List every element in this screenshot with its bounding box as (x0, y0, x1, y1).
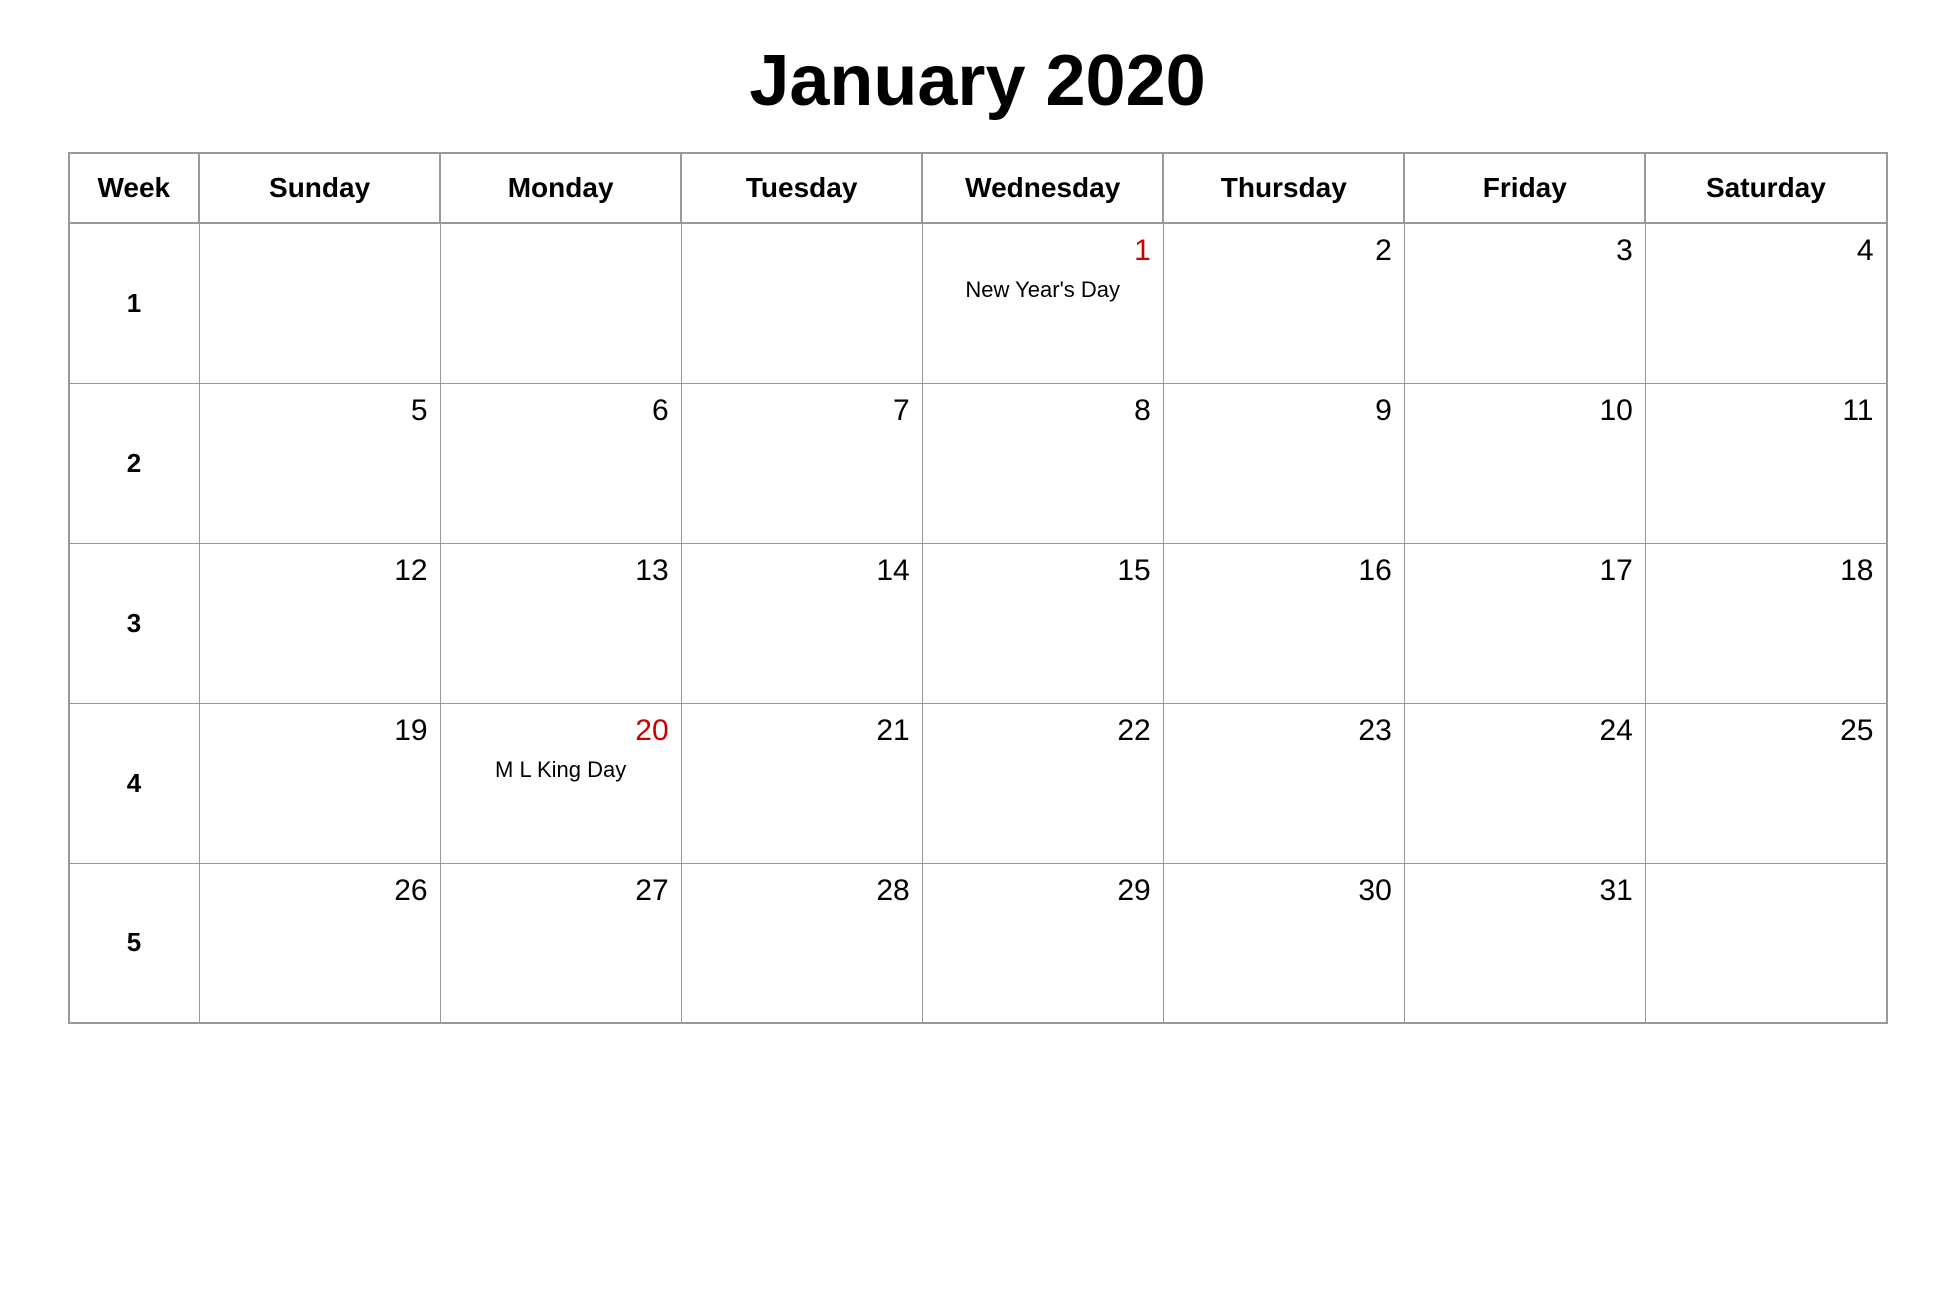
header-thursday: Thursday (1163, 153, 1404, 223)
page-title: January 2020 (749, 40, 1205, 122)
day-number: 30 (1176, 874, 1392, 908)
day-cell: 26 (199, 863, 440, 1023)
day-number: 1 (935, 234, 1151, 268)
day-cell: 29 (922, 863, 1163, 1023)
week-number: 1 (69, 223, 200, 383)
day-cell: 16 (1163, 543, 1404, 703)
day-number: 14 (694, 554, 910, 588)
day-cell: 3 (1404, 223, 1645, 383)
day-number: 15 (935, 554, 1151, 588)
day-number: 4 (1658, 234, 1874, 268)
day-number: 22 (935, 714, 1151, 748)
day-number: 27 (453, 874, 669, 908)
day-cell: 18 (1645, 543, 1886, 703)
day-cell (1645, 863, 1886, 1023)
week-number: 3 (69, 543, 200, 703)
week-number: 2 (69, 383, 200, 543)
day-cell: 11 (1645, 383, 1886, 543)
calendar-row: 4 19 20 M L King Day 21 22 23 24 25 (69, 703, 1887, 863)
day-cell: 28 (681, 863, 922, 1023)
day-number: 25 (1658, 714, 1874, 748)
day-cell: 19 (199, 703, 440, 863)
day-number: 13 (453, 554, 669, 588)
day-number: 24 (1417, 714, 1633, 748)
day-cell: 25 (1645, 703, 1886, 863)
day-cell: 5 (199, 383, 440, 543)
day-cell: 7 (681, 383, 922, 543)
day-cell (199, 223, 440, 383)
day-cell: 6 (440, 383, 681, 543)
calendar-row: 256789 10 11 (69, 383, 1887, 543)
day-number: 20 (453, 714, 669, 748)
day-cell: 8 (922, 383, 1163, 543)
day-number: 12 (212, 554, 428, 588)
day-number: 8 (935, 394, 1151, 428)
header-saturday: Saturday (1645, 153, 1886, 223)
header-week: Week (69, 153, 200, 223)
header-monday: Monday (440, 153, 681, 223)
day-number: 7 (694, 394, 910, 428)
day-cell: 2 (1163, 223, 1404, 383)
day-cell (681, 223, 922, 383)
day-number: 21 (694, 714, 910, 748)
day-number: 10 (1417, 394, 1633, 428)
day-cell: 22 (922, 703, 1163, 863)
day-cell: 31 (1404, 863, 1645, 1023)
day-cell: 21 (681, 703, 922, 863)
day-cell: 9 (1163, 383, 1404, 543)
calendar-row: 3 12 13 14 15 16 17 18 (69, 543, 1887, 703)
day-number: 17 (1417, 554, 1633, 588)
day-cell: 17 (1404, 543, 1645, 703)
day-cell (440, 223, 681, 383)
day-number: 29 (935, 874, 1151, 908)
day-number: 16 (1176, 554, 1392, 588)
day-number: 18 (1658, 554, 1874, 588)
day-cell: 12 (199, 543, 440, 703)
day-cell: 1 New Year's Day (922, 223, 1163, 383)
day-cell: 14 (681, 543, 922, 703)
day-cell: 10 (1404, 383, 1645, 543)
day-cell: 15 (922, 543, 1163, 703)
header-tuesday: Tuesday (681, 153, 922, 223)
day-cell: 13 (440, 543, 681, 703)
day-number: 26 (212, 874, 428, 908)
day-cell: 23 (1163, 703, 1404, 863)
day-number: 3 (1417, 234, 1633, 268)
week-number: 4 (69, 703, 200, 863)
day-cell: 24 (1404, 703, 1645, 863)
day-number: 6 (453, 394, 669, 428)
header-wednesday: Wednesday (922, 153, 1163, 223)
calendar-table: WeekSundayMondayTuesdayWednesdayThursday… (68, 152, 1888, 1024)
day-number: 9 (1176, 394, 1392, 428)
day-number: 5 (212, 394, 428, 428)
day-number: 2 (1176, 234, 1392, 268)
holiday-label: New Year's Day (935, 276, 1151, 305)
day-number: 23 (1176, 714, 1392, 748)
day-cell: 27 (440, 863, 681, 1023)
day-cell: 20 M L King Day (440, 703, 681, 863)
header-sunday: Sunday (199, 153, 440, 223)
calendar-row: 5 26 27 28 29 30 31 (69, 863, 1887, 1023)
day-cell: 30 (1163, 863, 1404, 1023)
day-number: 19 (212, 714, 428, 748)
calendar-row: 1 1 New Year's Day 234 (69, 223, 1887, 383)
day-number: 31 (1417, 874, 1633, 908)
day-cell: 4 (1645, 223, 1886, 383)
holiday-label: M L King Day (453, 756, 669, 785)
header-friday: Friday (1404, 153, 1645, 223)
day-number: 11 (1658, 394, 1874, 428)
day-number: 28 (694, 874, 910, 908)
week-number: 5 (69, 863, 200, 1023)
